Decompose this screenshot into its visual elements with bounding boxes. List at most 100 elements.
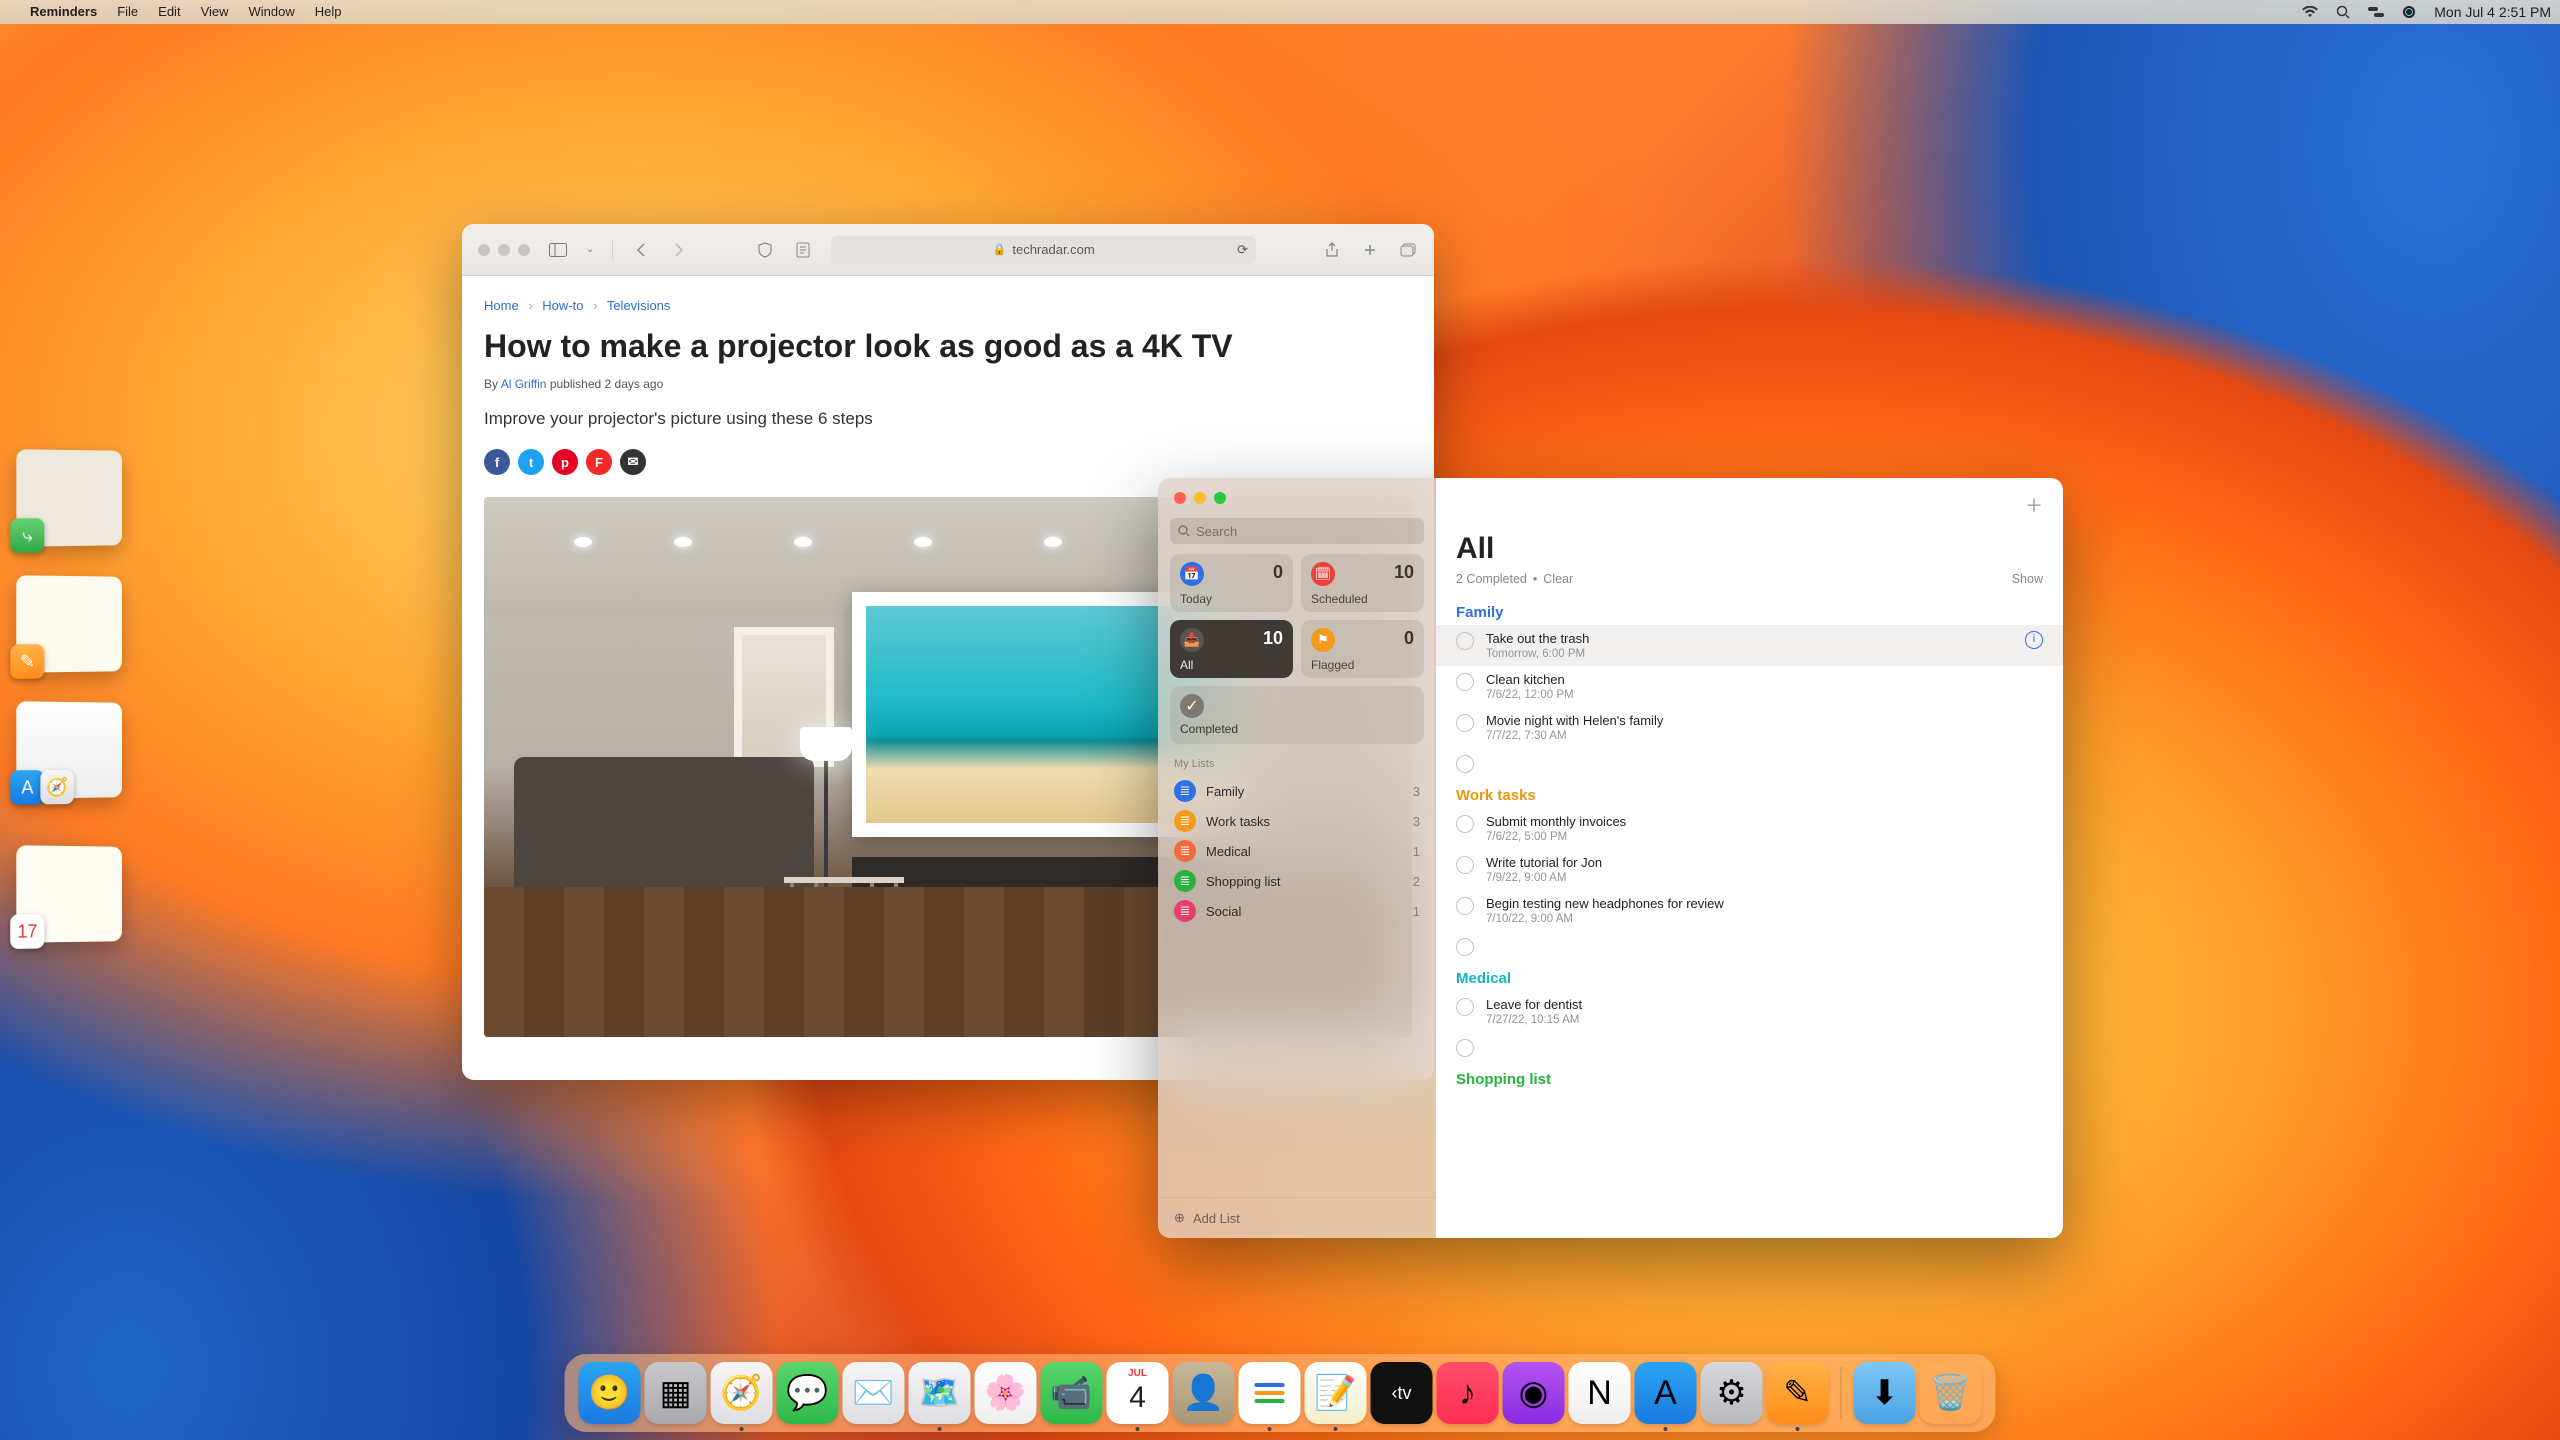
smart-list-flagged[interactable]: ⚑ 0 Flagged (1301, 620, 1424, 678)
share-email-icon[interactable]: ✉ (620, 449, 646, 475)
breadcrumb-tv[interactable]: Televisions (607, 298, 671, 313)
search-input[interactable]: Search (1170, 518, 1424, 544)
reminder-radio[interactable] (1456, 998, 1474, 1016)
menu-file[interactable]: File (107, 0, 148, 24)
dock-app-downloads[interactable]: ⬇︎ (1854, 1362, 1916, 1424)
dock-app-launchpad[interactable]: ▦ (645, 1362, 707, 1424)
siri-icon[interactable] (2393, 5, 2425, 19)
stage-manager-thumb-appstore-safari[interactable]: A 🧭 (16, 701, 122, 799)
new-tab-icon[interactable] (1360, 240, 1380, 260)
dock-app-finder[interactable]: 🙂 (579, 1362, 641, 1424)
dock-app-safari[interactable]: 🧭 (711, 1362, 773, 1424)
stage-manager-thumb-notes[interactable]: ✎ (16, 575, 122, 673)
author-link[interactable]: Al Griffin (501, 377, 547, 391)
dock-app-news[interactable]: N (1569, 1362, 1631, 1424)
zoom-icon[interactable] (1214, 492, 1226, 504)
clear-completed-button[interactable]: Clear (1543, 572, 1573, 586)
dock-app-facetime[interactable]: 📹 (1041, 1362, 1103, 1424)
minimize-icon[interactable] (498, 244, 510, 256)
dock-app-mail[interactable]: ✉️ (843, 1362, 905, 1424)
menubar-clock[interactable]: Mon Jul 4 2:51 PM (2425, 0, 2560, 24)
dock-app-photos[interactable]: 🌸 (975, 1362, 1037, 1424)
stage-manager-thumb-maps[interactable]: ⤷ (16, 449, 122, 547)
reminder-radio[interactable] (1456, 815, 1474, 833)
dock-app-podcasts[interactable]: ◉ (1503, 1362, 1565, 1424)
tabs-overview-icon[interactable] (1398, 240, 1418, 260)
dock-app-calendar[interactable]: JUL4 (1107, 1362, 1169, 1424)
dock-app-appstore[interactable]: A (1635, 1362, 1697, 1424)
zoom-icon[interactable] (518, 244, 530, 256)
nav-forward-button[interactable] (669, 240, 689, 260)
spotlight-icon[interactable] (2327, 5, 2359, 19)
reminder-radio[interactable] (1456, 714, 1474, 732)
dock-app-reminders[interactable] (1239, 1362, 1301, 1424)
reminder-item[interactable]: Write tutorial for Jon7/9/22, 9:00 AM (1436, 849, 2063, 890)
minimize-icon[interactable] (1194, 492, 1206, 504)
privacy-report-icon[interactable] (755, 240, 775, 260)
sidebar-list-item[interactable]: ≣Shopping list2 (1158, 866, 1436, 896)
breadcrumb-howto[interactable]: How-to (542, 298, 583, 313)
sidebar-list-item[interactable]: ≣Work tasks3 (1158, 806, 1436, 836)
share-flipboard-icon[interactable]: F (586, 449, 612, 475)
reminder-item[interactable]: Begin testing new headphones for review7… (1436, 890, 2063, 931)
reminder-item[interactable] (1436, 748, 2063, 779)
smart-list-today[interactable]: 📅 0 Today (1170, 554, 1293, 612)
dock-app-maps[interactable]: 🗺️ (909, 1362, 971, 1424)
dock-app-trash[interactable]: 🗑️ (1920, 1362, 1982, 1424)
reminder-item[interactable]: Leave for dentist7/27/22, 10:15 AM (1436, 991, 2063, 1032)
menu-edit[interactable]: Edit (148, 0, 190, 24)
traffic-lights[interactable] (1158, 478, 1436, 512)
reminder-item[interactable]: Submit monthly invoices7/6/22, 5:00 PM (1436, 808, 2063, 849)
reminder-radio[interactable] (1456, 673, 1474, 691)
close-icon[interactable] (1174, 492, 1186, 504)
info-icon[interactable]: i (2025, 631, 2043, 649)
reminder-item[interactable]: Take out the trashTomorrow, 6:00 PMi (1436, 625, 2063, 666)
reminder-radio[interactable] (1456, 856, 1474, 874)
reminder-radio[interactable] (1456, 632, 1474, 650)
reminder-item[interactable]: Clean kitchen7/6/22, 12:00 PM (1436, 666, 2063, 707)
share-icon[interactable] (1322, 240, 1342, 260)
share-twitter-icon[interactable]: t (518, 449, 544, 475)
dock-app-pages[interactable]: ✎ (1767, 1362, 1829, 1424)
dock-app-tv[interactable]: ‹tv (1371, 1362, 1433, 1424)
reminder-item[interactable] (1436, 931, 2063, 962)
dock-app-music[interactable]: ♪ (1437, 1362, 1499, 1424)
nav-back-button[interactable] (631, 240, 651, 260)
stage-manager-thumb-calendar[interactable]: 17 (16, 845, 122, 943)
menu-view[interactable]: View (191, 0, 239, 24)
smart-list-all[interactable]: 📥 10 All (1170, 620, 1293, 678)
reminder-radio[interactable] (1456, 938, 1474, 956)
sidebar-list-item[interactable]: ≣Family3 (1158, 776, 1436, 806)
smart-list-scheduled[interactable]: 🗓 10 Scheduled (1301, 554, 1424, 612)
close-icon[interactable] (478, 244, 490, 256)
dock-app-notes[interactable]: 📝 (1305, 1362, 1367, 1424)
smart-list-completed[interactable]: ✓ Completed (1170, 686, 1424, 744)
dock-app-contacts[interactable]: 👤 (1173, 1362, 1235, 1424)
traffic-lights[interactable] (478, 244, 530, 256)
menu-window[interactable]: Window (239, 0, 305, 24)
show-completed-button[interactable]: Show (2012, 572, 2043, 586)
sidebar-toggle-icon[interactable] (548, 240, 568, 260)
reader-icon[interactable] (793, 240, 813, 260)
reminder-radio[interactable] (1456, 755, 1474, 773)
new-reminder-button[interactable]: ＋ (2025, 492, 2043, 518)
wifi-icon[interactable] (2293, 6, 2327, 18)
menu-help[interactable]: Help (305, 0, 352, 24)
reminder-radio[interactable] (1456, 897, 1474, 915)
share-pinterest-icon[interactable]: p (552, 449, 578, 475)
sidebar-list-item[interactable]: ≣Medical1 (1158, 836, 1436, 866)
reminder-item[interactable] (1436, 1032, 2063, 1063)
reminder-radio[interactable] (1456, 1039, 1474, 1057)
reload-icon[interactable]: ⟳ (1237, 242, 1248, 258)
chevron-down-icon[interactable]: ⌄ (586, 244, 594, 255)
dock-app-settings[interactable]: ⚙︎ (1701, 1362, 1763, 1424)
share-facebook-icon[interactable]: f (484, 449, 510, 475)
sidebar-list-item[interactable]: ≣Social1 (1158, 896, 1436, 926)
control-center-icon[interactable] (2359, 6, 2393, 18)
breadcrumb-home[interactable]: Home (484, 298, 519, 313)
url-bar[interactable]: 🔒 techradar.com ⟳ (831, 236, 1256, 264)
reminder-item[interactable]: Movie night with Helen's family7/7/22, 7… (1436, 707, 2063, 748)
add-list-button[interactable]: ⊕ Add List (1158, 1197, 1436, 1238)
app-menu[interactable]: Reminders (20, 0, 107, 24)
dock-app-messages[interactable]: 💬 (777, 1362, 839, 1424)
